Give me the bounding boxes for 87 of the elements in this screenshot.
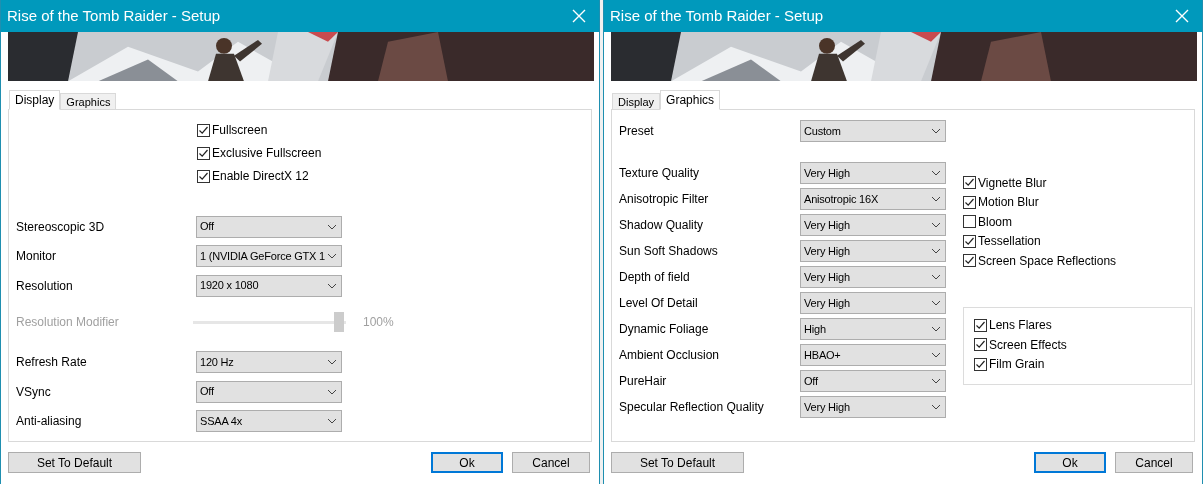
chevron-icon (931, 195, 941, 202)
checkbox[interactable] (197, 146, 210, 160)
dropdown[interactable]: Custom (800, 119, 946, 142)
dropdown[interactable]: Very High (800, 239, 946, 262)
setting-label: Depth of field (619, 268, 691, 286)
setting-label: Refresh Rate (16, 354, 88, 372)
setting-label: Resolution Modifier (16, 314, 120, 332)
chevron-icon (931, 127, 941, 134)
chevron-icon (931, 221, 941, 228)
checkbox[interactable] (963, 215, 976, 229)
setting-label: Preset (619, 122, 655, 140)
slider-value: 100% (363, 314, 394, 332)
checkbox-label: Screen Effects (989, 336, 1067, 354)
checkbox[interactable] (963, 234, 976, 248)
chevron-icon (931, 351, 941, 358)
dropdown[interactable]: Off (800, 369, 946, 392)
setting-label: Shadow Quality (619, 216, 705, 234)
checkbox-label: Film Grain (989, 356, 1045, 374)
dialog-button[interactable]: Set To Default (8, 452, 141, 474)
dropdown[interactable]: Off (196, 380, 342, 403)
setting-label: Resolution (16, 277, 74, 295)
chevron-icon (931, 377, 941, 384)
setting-label: VSync (16, 383, 52, 401)
setting-label: Texture Quality (619, 164, 701, 182)
checkbox-label: Motion Blur (978, 194, 1039, 212)
chevron-icon (327, 359, 337, 366)
checkbox-label: Lens Flares (989, 317, 1052, 335)
checkbox-label: Exclusive Fullscreen (212, 145, 322, 163)
checkbox-label: Vignette Blur (978, 174, 1047, 192)
checkbox-label: Fullscreen (212, 122, 268, 140)
dropdown[interactable]: 120 Hz (196, 351, 342, 374)
dropdown[interactable]: Very High (800, 265, 946, 288)
setting-label: Stereoscopic 3D (16, 218, 106, 236)
setting-label: Dynamic Foliage (619, 320, 710, 338)
dialog-button[interactable]: Set To Default (611, 452, 744, 474)
checkbox[interactable] (197, 123, 210, 137)
chevron-icon (327, 418, 337, 425)
setting-label: Anti-aliasing (16, 413, 83, 431)
setting-label: PureHair (619, 372, 668, 390)
setting-label: Specular Reflection Quality (619, 398, 765, 416)
checkbox-label: Bloom (978, 213, 1012, 231)
chevron-icon (931, 325, 941, 332)
setting-label: Sun Soft Shadows (619, 242, 719, 260)
checkbox[interactable] (963, 195, 976, 209)
chevron-icon (327, 282, 337, 289)
chevron-icon (931, 247, 941, 254)
dropdown[interactable]: Anisotropic 16X (800, 187, 946, 210)
checkbox-label: Screen Space Reflections (978, 252, 1117, 270)
tab[interactable]: Display (9, 89, 61, 110)
setting-label: Monitor (16, 248, 57, 266)
tab[interactable]: Graphics (60, 92, 117, 109)
dropdown[interactable]: Very High (800, 395, 946, 418)
dropdown[interactable]: 1920 x 1080 (196, 274, 342, 297)
dropdown[interactable]: Off (196, 215, 342, 238)
tab[interactable]: Display (612, 92, 661, 109)
setting-label: Level Of Detail (619, 294, 699, 312)
dialog-button[interactable]: Cancel (1115, 452, 1193, 474)
dialog-button[interactable]: Ok (431, 452, 503, 474)
checkbox[interactable] (974, 318, 987, 332)
chevron-icon (327, 388, 337, 395)
dropdown[interactable]: Very High (800, 291, 946, 314)
window-title: Rise of the Tomb Raider - Setup (610, 5, 824, 26)
checkbox-label: Enable DirectX 12 (212, 168, 309, 186)
checkbox[interactable] (963, 176, 976, 190)
chevron-icon (931, 169, 941, 176)
chevron-icon (327, 253, 337, 260)
setting-label: Anisotropic Filter (619, 190, 710, 208)
dropdown[interactable]: SSAA 4x (196, 410, 342, 433)
dialog-button[interactable]: Cancel (512, 452, 590, 474)
checkbox[interactable] (197, 169, 210, 183)
dropdown[interactable]: High (800, 317, 946, 340)
dialog-button[interactable]: Ok (1034, 452, 1106, 474)
tab[interactable]: Graphics (660, 89, 721, 110)
dropdown[interactable]: HBAO+ (800, 343, 946, 366)
checkbox-label: Tessellation (978, 233, 1041, 251)
chevron-icon (931, 299, 941, 306)
checkbox[interactable] (974, 357, 987, 371)
dropdown[interactable]: 1 (NVIDIA GeForce GTX 1 (196, 245, 342, 268)
window-title: Rise of the Tomb Raider - Setup (7, 5, 221, 26)
chevron-icon (327, 223, 337, 230)
setting-label: Ambient Occlusion (619, 346, 721, 364)
chevron-icon (931, 403, 941, 410)
dropdown[interactable]: Very High (800, 161, 946, 184)
checkbox[interactable] (963, 254, 976, 268)
checkbox[interactable] (974, 338, 987, 352)
chevron-icon (931, 273, 941, 280)
dropdown[interactable]: Very High (800, 213, 946, 236)
